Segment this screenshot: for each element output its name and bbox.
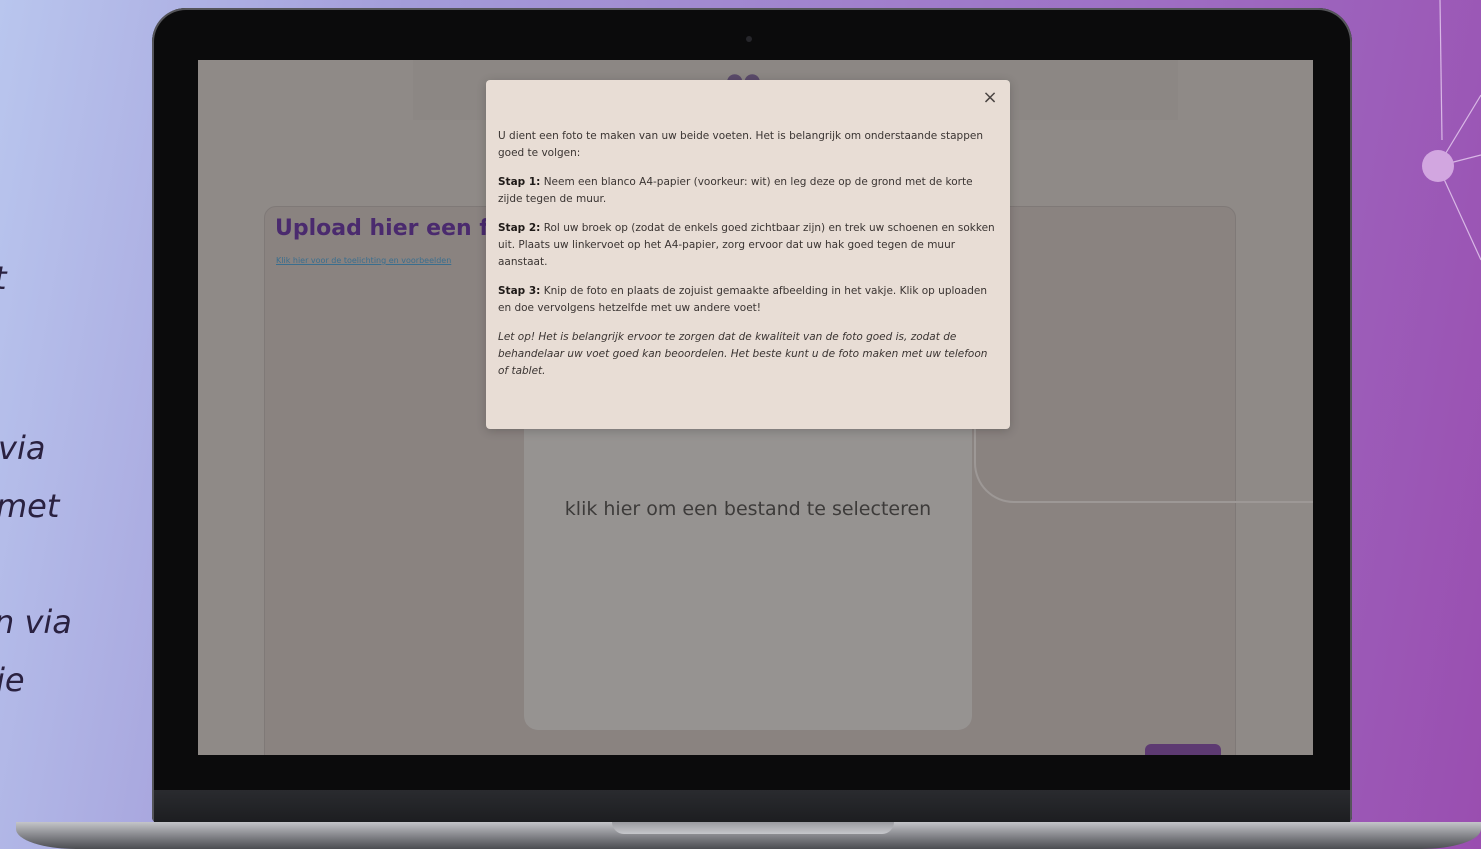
camera-icon (746, 36, 752, 42)
explanation-link[interactable]: Klik hier voor de toelichting en voorbee… (276, 256, 486, 265)
side-text-fragment: je (0, 661, 25, 699)
side-text-fragment: met (0, 487, 60, 525)
upload-button[interactable] (1145, 744, 1221, 755)
file-dropzone[interactable]: klik hier om een bestand te selecteren (524, 390, 972, 730)
step-3: Stap 3: Knip de foto en plaats de zojuis… (498, 283, 996, 317)
step-label: Stap 3: (498, 285, 541, 297)
modal-intro: U dient een foto te maken van uw beide v… (498, 130, 984, 159)
side-text-fragment: n via (0, 603, 72, 641)
step-label: Stap 1: (498, 176, 541, 188)
page-title: Upload hier een fo (275, 216, 505, 241)
step-label: Stap 2: (498, 222, 541, 234)
modal-body: U dient een foto te maken van uw beide v… (498, 128, 996, 392)
side-text-fragment: t (0, 258, 7, 298)
step-1: Stap 1: Neem een blanco A4-papier (voork… (498, 174, 996, 208)
app-screen: ●● Upload hier een fo Klik hier voor de … (198, 60, 1313, 755)
background-text: t via met n via je (0, 0, 160, 849)
dropzone-label: klik hier om een bestand te selecteren (564, 498, 932, 520)
step-text: Neem een blanco A4-papier (voorkeur: wit… (498, 176, 973, 205)
side-text-fragment: via (0, 429, 46, 467)
step-text: Rol uw broek op (zodat de enkels goed zi… (498, 222, 995, 268)
laptop-notch (612, 822, 894, 834)
instructions-modal: × U dient een foto te maken van uw beide… (486, 80, 1010, 429)
step-text: Knip de foto en plaats de zojuist gemaak… (498, 285, 988, 314)
close-icon[interactable]: × (980, 88, 1000, 108)
laptop-chin (154, 790, 1350, 823)
network-decoration (1422, 0, 1481, 261)
divider-curve (974, 226, 1313, 503)
modal-note: Let op! Het is belangrijk ervoor te zorg… (498, 331, 988, 377)
step-2: Stap 2: Rol uw broek op (zodat de enkels… (498, 220, 996, 271)
